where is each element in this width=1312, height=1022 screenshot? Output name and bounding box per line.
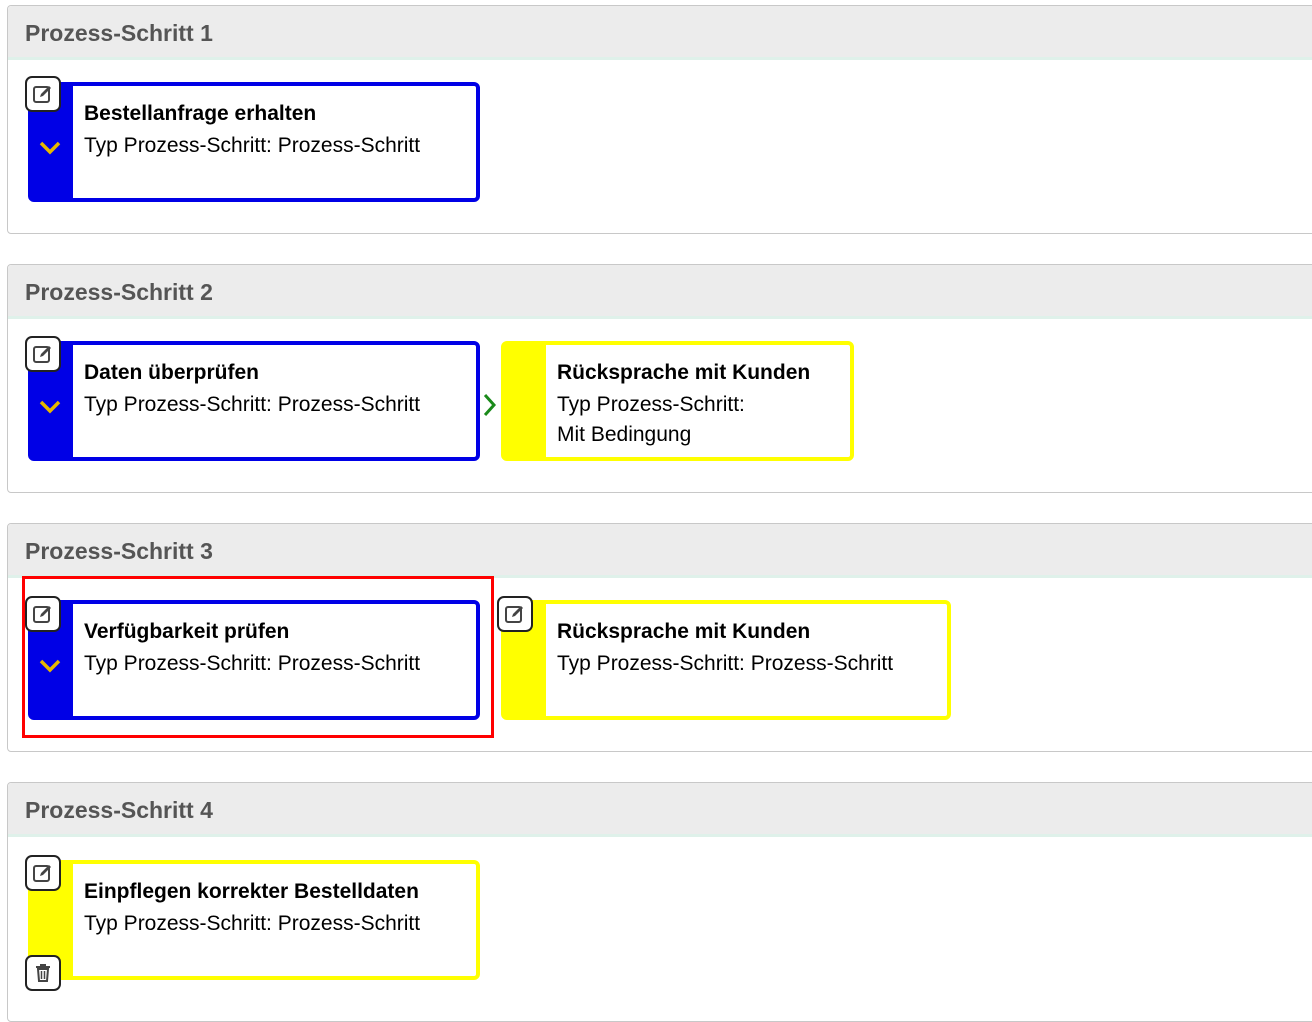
selection-highlight: [22, 576, 494, 738]
process-step-card[interactable]: Rücksprache mit Kunden Typ Prozess-Schri…: [501, 600, 951, 720]
process-step-header: Prozess-Schritt 3: [8, 524, 1312, 578]
process-step-card[interactable]: Daten überprüfen Typ Prozess-Schritt: Pr…: [28, 341, 480, 461]
card-title: Rücksprache mit Kunden: [557, 620, 811, 643]
card-subtitle-line: Mit Bedingung: [557, 423, 692, 446]
card-subtitle: Typ Prozess-Schritt: Prozess-Schritt: [557, 652, 894, 675]
process-step-card[interactable]: Einpflegen korrekter Bestelldaten Typ Pr…: [28, 860, 480, 980]
card-title: Einpflegen korrekter Bestelldaten: [84, 880, 419, 903]
chevron-down-icon[interactable]: [37, 397, 63, 417]
process-step-card[interactable]: Rücksprache mit Kunden Typ Prozess-Schri…: [501, 341, 854, 461]
chevron-down-icon[interactable]: [37, 138, 63, 158]
process-step-header: Prozess-Schritt 1: [8, 6, 1312, 60]
edit-icon: [505, 606, 523, 623]
edit-icon: [33, 86, 51, 103]
card-subtitle: Typ Prozess-Schritt: Prozess-Schritt: [84, 912, 421, 935]
edit-icon: [33, 865, 51, 882]
process-step-card[interactable]: Bestellanfrage erhalten Typ Prozess-Schr…: [28, 82, 480, 202]
edit-button[interactable]: [25, 336, 61, 372]
edit-icon: [33, 346, 51, 363]
card-title: Daten überprüfen: [84, 361, 260, 384]
edit-button[interactable]: [25, 855, 61, 891]
process-step-header: Prozess-Schritt 4: [8, 783, 1312, 837]
trash-icon: [36, 964, 50, 982]
card-subtitle: Typ Prozess-Schritt: Mit Bedingung: [557, 390, 745, 450]
chevron-right-icon: [483, 393, 497, 417]
delete-button[interactable]: [25, 955, 61, 991]
process-step-header: Prozess-Schritt 2: [8, 265, 1312, 319]
edit-button[interactable]: [25, 76, 61, 112]
card-subtitle: Typ Prozess-Schritt: Prozess-Schritt: [84, 134, 421, 157]
card-subtitle: Typ Prozess-Schritt: Prozess-Schritt: [84, 393, 421, 416]
card-title: Bestellanfrage erhalten: [84, 102, 317, 125]
card-title: Rücksprache mit Kunden: [557, 361, 811, 384]
card-color-stripe: [505, 345, 546, 457]
card-subtitle-line: Typ Prozess-Schritt:: [557, 393, 745, 416]
edit-button[interactable]: [497, 596, 533, 632]
